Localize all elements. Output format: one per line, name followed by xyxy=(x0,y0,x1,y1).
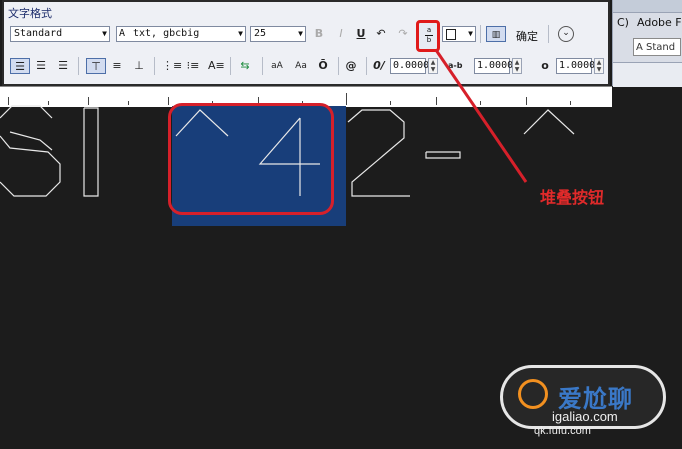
drawing-canvas[interactable]: C) Adobe F A Stand 文字格式 Standard ▼ A txt… xyxy=(0,0,682,449)
logo-url: igaliao.com xyxy=(552,409,618,424)
logo-sub-url: qk.fufu.com xyxy=(534,425,591,437)
logo-mark-icon xyxy=(518,379,548,409)
watermark-logo: 爱尬聊 igaliao.com qk.fufu.com xyxy=(500,365,670,437)
stack-button-callout: 堆叠按钮 xyxy=(540,188,605,207)
